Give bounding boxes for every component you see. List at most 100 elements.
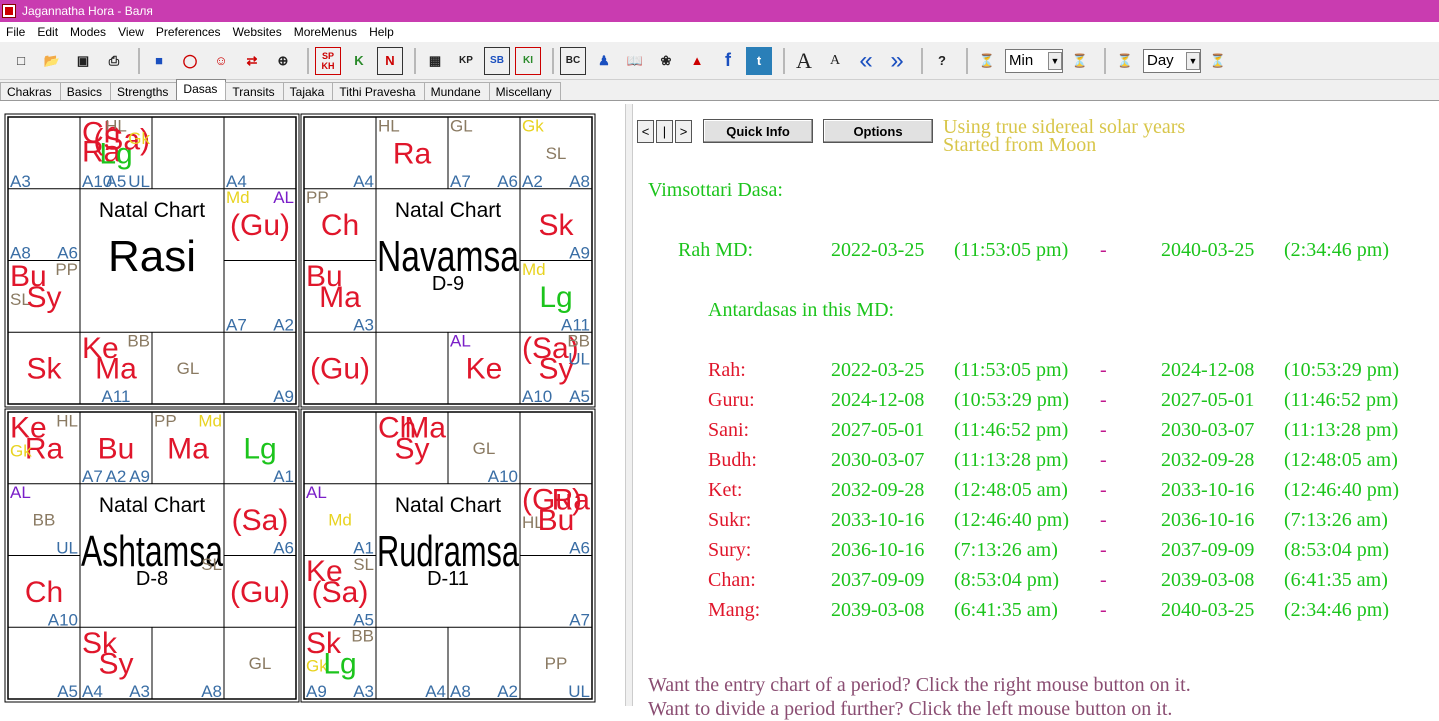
twitter-icon[interactable]: t [746,46,772,75]
chart-division: D-8 [136,568,168,590]
antardasa-row[interactable]: Budh: 2030-03-07 (11:13:28 pm) - 2032-09-28 (… [633,449,1433,475]
antardasa-end-time: (2:34:46 pm) [1284,599,1389,621]
step-back-icon[interactable]: ⏳ [974,47,1000,75]
book-icon[interactable]: 📖 [622,47,648,75]
antardasa-sep: - [1100,359,1107,381]
options-button[interactable]: Options [823,119,933,143]
md-row[interactable]: Rah MD: 2022-03-25 (11:53:05 pm) - 2040-… [633,239,1433,265]
family-icon[interactable]: ♟ [591,47,617,75]
chart-item: A3 [353,315,374,334]
people-icon[interactable]: ☺ [208,47,234,75]
tab-basics[interactable]: Basics [59,82,112,100]
step-unit-2-select[interactable]: Day ▼ [1143,48,1201,73]
antardasa-end-date: 2032-09-28 [1161,449,1255,471]
chart-item: A6 [497,172,518,191]
antardasa-row[interactable]: Ket: 2032-09-28 (12:48:05 am) - 2033-10-16 (1… [633,479,1433,505]
compass-icon[interactable]: ⊕ [270,47,296,75]
chart-item: UL [128,172,150,191]
antardasa-end-date: 2030-03-07 [1161,419,1255,441]
antardasa-row[interactable]: Mang: 2039-03-08 (6:41:35 am) - 2040-03-25 (2… [633,599,1433,625]
fire-icon[interactable]: ▲ [684,47,710,75]
chart-item: Ra [393,137,432,170]
chart-item: SL [201,555,222,574]
antardasa-row[interactable]: Chan: 2037-09-09 (8:53:04 pm) - 2039-03-08 (6… [633,569,1433,595]
antardasa-name: Rah: [708,359,746,381]
quick-info-button[interactable]: Quick Info [703,119,813,143]
tab-mundane[interactable]: Mundane [423,82,490,100]
tab-tajaka[interactable]: Tajaka [282,82,334,100]
chart-item: Gk [10,441,32,460]
chart-item: (Gu) [230,209,290,242]
grid-icon[interactable]: ▦ [422,47,448,75]
antardasa-sep: - [1100,419,1107,441]
step-forward-icon[interactable]: ⏳ [1067,47,1093,75]
menu-preferences[interactable]: Preferences [150,25,227,39]
print-icon[interactable]: ⎙ [101,47,127,75]
step-back-2-icon[interactable]: ⏳ [1112,47,1138,75]
chart-icon[interactable]: ■ [146,47,172,75]
tab-miscellany[interactable]: Miscellany [488,82,561,100]
chevron-down-icon[interactable]: ▼ [1048,51,1062,70]
save-icon[interactable]: ▣ [70,47,96,75]
menu-view[interactable]: View [112,25,150,39]
tab-chakras[interactable]: Chakras [0,82,61,100]
forward-icon[interactable]: » [884,47,910,75]
back-icon[interactable]: « [853,47,879,75]
antardasa-row[interactable]: Sury: 2036-10-16 (7:13:26 am) - 2037-09-09 (8… [633,539,1433,565]
k-icon[interactable]: K [346,47,372,75]
new-icon[interactable]: □ [8,47,34,75]
antardasa-row[interactable]: Sukr: 2033-10-16 (12:46:40 pm) - 2036-10-16 (… [633,509,1433,535]
antardasa-start-date: 2036-10-16 [831,539,925,561]
tab-transits[interactable]: Transits [225,82,284,100]
ki-icon[interactable]: KI [515,46,541,75]
chart-division: D-11 [427,568,469,590]
open-icon[interactable]: 📂 [39,47,65,75]
menu-moremenus[interactable]: MoreMenus [288,25,363,39]
step-unit-select[interactable]: Min ▼ [1005,48,1063,73]
antardasa-sep: - [1100,389,1107,411]
antardasa-sep: - [1100,449,1107,471]
font-large-icon[interactable]: A [791,47,817,75]
step-forward-2-icon[interactable]: ⏳ [1205,47,1231,75]
chart-item: A3 [129,682,150,701]
prev-button[interactable]: < [637,120,654,143]
chevron-down-icon[interactable]: ▼ [1186,51,1200,70]
antardasa-row[interactable]: Sani: 2027-05-01 (11:46:52 pm) - 2030-03-07 (… [633,419,1433,445]
chart-item: A8 [201,682,222,701]
panel-splitter[interactable] [625,104,633,706]
sb-icon[interactable]: SB [484,46,510,75]
menu-websites[interactable]: Websites [227,25,288,39]
help-icon[interactable]: ? [929,47,955,75]
antardasa-sep: - [1100,509,1107,531]
fan-icon[interactable]: ❀ [653,47,679,75]
chart-item: (Gu) [310,353,370,386]
menu-file[interactable]: File [0,25,31,39]
chart-item: A11 [102,387,131,406]
charts-canvas[interactable]: Natal ChartRasiChRaHLLg(Sa)GkA10A5 ULA3 A4… [0,110,625,706]
tab-dasas[interactable]: Dasas [176,79,227,100]
tab-strengths[interactable]: Strengths [110,82,178,100]
kp-icon[interactable]: KP [453,47,479,75]
chart-item: A10 [488,467,518,486]
antardasa-end-time: (12:46:40 pm) [1284,479,1399,501]
chart-item: GL [177,359,200,378]
antardasa-row[interactable]: Guru: 2024-12-08 (10:53:29 pm) - 2027-05-01 (… [633,389,1433,415]
data-icon[interactable]: ◯ [177,47,203,75]
chart-item: A7 [450,172,471,191]
tab-tithi-pravesha[interactable]: Tithi Pravesha [332,82,425,100]
transit-icon[interactable]: ⇄ [239,47,265,75]
menu-help[interactable]: Help [363,25,400,39]
font-small-icon[interactable]: A [822,47,848,75]
antardasa-row[interactable]: Rah: 2022-03-25 (11:53:05 pm) - 2024-12-08 (1… [633,359,1433,385]
jump-button[interactable]: | [656,120,673,143]
menu-edit[interactable]: Edit [31,25,64,39]
facebook-icon[interactable]: f [715,47,741,75]
next-button[interactable]: > [675,120,692,143]
chart-item: SL [546,144,567,163]
n-icon[interactable]: N [377,46,403,75]
bc-icon[interactable]: BC [560,46,586,75]
menu-modes[interactable]: Modes [64,25,112,39]
md-start-date: 2022-03-25 [831,239,925,261]
chart-item: A5 [569,387,590,406]
sp-kh-icon[interactable]: SP KH [315,46,341,75]
